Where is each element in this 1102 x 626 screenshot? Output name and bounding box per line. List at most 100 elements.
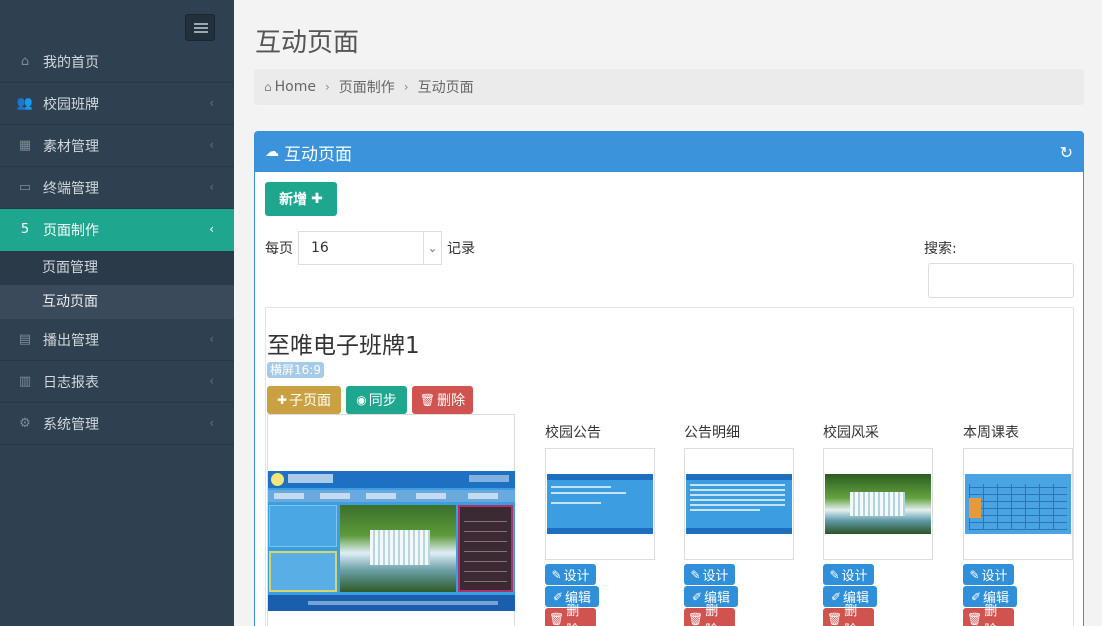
edit-icon: ✐ xyxy=(830,589,842,604)
delete-button[interactable]: 🗑删除 xyxy=(545,604,596,626)
delete-button[interactable]: 🗑删除 xyxy=(684,604,735,626)
sub-page-preview-frame[interactable] xyxy=(684,448,794,560)
chevron-left-icon: ‹ xyxy=(209,180,214,194)
hamburger-icon-line xyxy=(194,31,208,33)
design-button[interactable]: ✎ 设计 xyxy=(823,564,874,585)
sub-page-preview-frame[interactable] xyxy=(823,448,933,560)
trash-icon: 🗑 xyxy=(688,611,704,626)
sidebar-item-materials[interactable]: ▦ 素材管理 ‹ xyxy=(0,125,234,167)
main-page-preview-frame[interactable] xyxy=(267,414,515,626)
records-label: 记录 xyxy=(447,241,475,257)
plus-icon: ✚ xyxy=(311,191,323,207)
sub-page-label: 校园风采 xyxy=(823,425,879,441)
sub-page-preview-frame[interactable] xyxy=(545,448,655,560)
table-line xyxy=(464,551,507,552)
preview-nav-item xyxy=(416,493,446,499)
breadcrumb-home-link[interactable]: Home xyxy=(275,79,316,95)
sub-page-card: 本周课表 ✎设计 ✐编辑 🗑删除 xyxy=(963,422,1073,626)
table-line xyxy=(464,581,507,582)
add-sub-page-button[interactable]: ✚ 子页面 xyxy=(267,386,341,414)
sidebar-item-system[interactable]: ⚙ 系统管理 ‹ xyxy=(0,403,234,445)
delete-label: 删除 xyxy=(705,603,719,626)
design-label: 设计 xyxy=(981,569,1008,584)
hamburger-icon-line xyxy=(194,27,208,29)
sidebar-subitem-interactive-page[interactable]: 互动页面 xyxy=(0,285,234,319)
add-button[interactable]: 新增 ✚ xyxy=(265,182,337,216)
preview-nav-item xyxy=(468,493,498,499)
sub-page-label: 本周课表 xyxy=(963,425,1019,441)
sidebar-item-page-builder[interactable]: 5 页面制作 ‹ xyxy=(0,209,234,251)
preview-text-line xyxy=(551,486,611,488)
per-page-select[interactable]: 16 ⌄ xyxy=(298,231,442,265)
table-line xyxy=(464,541,507,542)
sidebar-item-label: 日志报表 xyxy=(43,374,99,391)
preview-info-block xyxy=(269,551,337,592)
timetable-highlight xyxy=(969,498,981,518)
sidebar-item-terminals[interactable]: ▭ 终端管理 ‹ xyxy=(0,167,234,209)
sidebar-item-broadcast[interactable]: ▤ 播出管理 ‹ xyxy=(0,319,234,361)
preview-text-line xyxy=(690,504,785,506)
sub-page-preview-frame[interactable] xyxy=(963,448,1073,560)
preview-text-line xyxy=(690,499,785,501)
monitor-icon: ▭ xyxy=(18,180,32,195)
preview-checkin-block xyxy=(269,505,337,547)
sidebar-item-campus-board[interactable]: 👥 校园班牌 ‹ xyxy=(0,83,234,125)
chevron-left-icon: ‹ xyxy=(209,138,214,152)
sidebar-subitem-page-management[interactable]: 页面管理 xyxy=(0,251,234,285)
plus-icon: ✚ xyxy=(276,393,288,407)
search-label: 搜索: xyxy=(924,241,957,257)
sidebar-item-home[interactable]: ⌂ 我的首页 xyxy=(0,41,234,83)
cloud-icon: ☁ xyxy=(265,144,279,160)
preview-title-block xyxy=(288,474,333,483)
sidebar-item-label: 系统管理 xyxy=(43,416,99,433)
preview-strip xyxy=(547,474,653,480)
design-icon: ✎ xyxy=(690,567,701,582)
design-button[interactable]: ✎ 设计 xyxy=(684,564,735,585)
design-button[interactable]: ✎ 设计 xyxy=(963,564,1014,585)
design-label: 设计 xyxy=(702,569,729,584)
html5-icon: 5 xyxy=(20,222,30,237)
preview-nav-item xyxy=(320,493,350,499)
hamburger-icon xyxy=(194,23,208,25)
breadcrumb-page-builder-link[interactable]: 页面制作 xyxy=(339,77,395,97)
edit-icon: ✐ xyxy=(691,589,703,604)
edit-icon: ✐ xyxy=(552,589,564,604)
delete-label: 删除 xyxy=(984,603,998,626)
sidebar: ⌂ 我的首页 👥 校园班牌 ‹ ▦ 素材管理 ‹ ▭ 终端管理 ‹ 5 页面制作… xyxy=(0,0,234,626)
preview-text-line xyxy=(551,492,626,494)
per-page-label: 每页 xyxy=(265,241,293,257)
preview-date-block xyxy=(469,475,509,482)
chevron-left-icon: ‹ xyxy=(209,96,214,110)
bar-chart-icon: ▥ xyxy=(18,374,32,389)
ratio-badge: 横屏16:9 xyxy=(267,362,324,378)
device-name: 至唯电子班牌1 xyxy=(267,333,420,359)
preview-nav-item xyxy=(274,493,304,499)
refresh-icon[interactable]: ↻ xyxy=(1060,143,1073,162)
preview-text-line xyxy=(690,509,760,511)
search-input[interactable] xyxy=(928,263,1074,298)
preview-nav-bar xyxy=(268,490,515,502)
waterfall-fill xyxy=(850,492,905,516)
sidebar-nav: ⌂ 我的首页 👥 校园班牌 ‹ ▦ 素材管理 ‹ ▭ 终端管理 ‹ 5 页面制作… xyxy=(0,41,234,445)
design-button[interactable]: ✎ 设计 xyxy=(545,564,596,585)
preview-waterfall-image xyxy=(340,505,456,592)
delete-device-label: 删除 xyxy=(437,393,466,409)
sidebar-item-reports[interactable]: ▥ 日志报表 ‹ xyxy=(0,361,234,403)
sub-page-preview xyxy=(825,474,931,534)
delete-button[interactable]: 🗑删除 xyxy=(823,604,874,626)
preview-strip xyxy=(686,528,792,534)
chevron-left-icon: ‹ xyxy=(209,332,214,346)
sidebar-item-label: 播出管理 xyxy=(43,332,99,349)
sync-button[interactable]: ◉ 同步 xyxy=(346,386,407,414)
add-sub-page-label: 子页面 xyxy=(289,393,332,409)
sidebar-toggle-button[interactable] xyxy=(185,14,215,41)
school-logo-icon xyxy=(271,473,284,486)
delete-button[interactable]: 🗑删除 xyxy=(963,604,1014,626)
users-icon: 👥 xyxy=(16,96,34,111)
design-icon: ✎ xyxy=(969,567,980,582)
sub-page-card: 校园风采 ✎设计 ✐编辑 🗑删除 xyxy=(823,422,933,626)
add-button-label: 新增 xyxy=(279,192,308,208)
preview-ticker-bar xyxy=(268,595,515,611)
delete-device-button[interactable]: 🗑 删除 xyxy=(412,386,473,414)
panel-title: 互动页面 xyxy=(284,144,352,165)
